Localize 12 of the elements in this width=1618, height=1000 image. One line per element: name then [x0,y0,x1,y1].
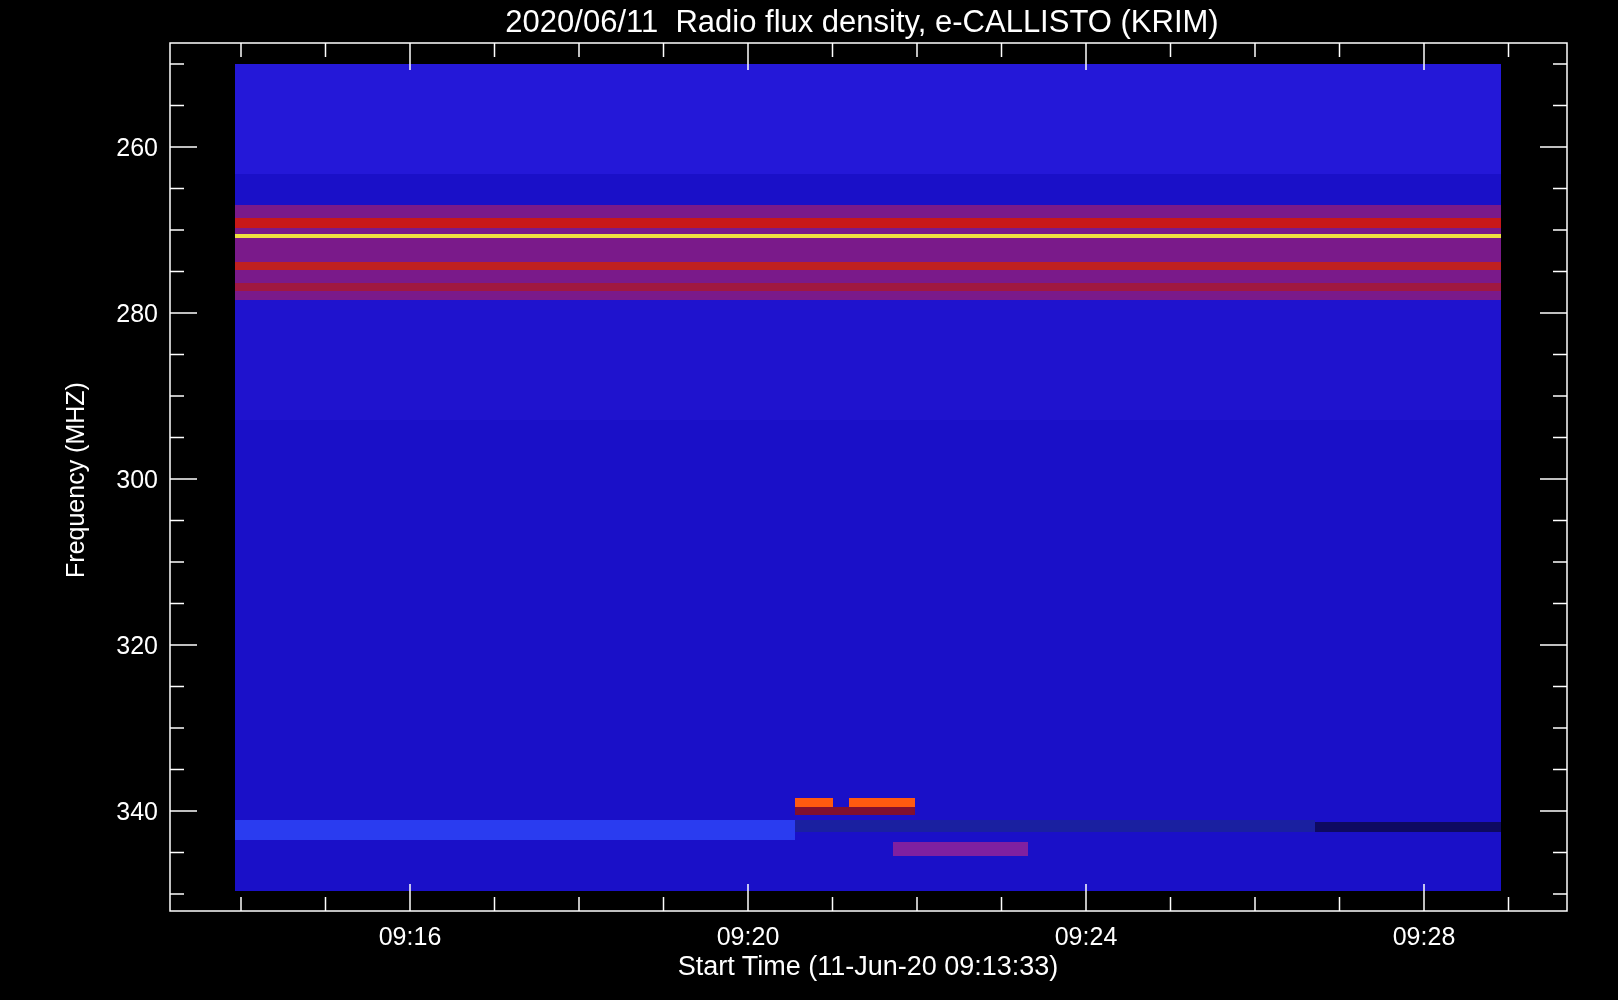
x-tick-label: 09:20 [716,922,780,950]
x-tick-label: 09:16 [378,922,442,950]
y-tick-label: 280 [116,299,158,327]
x-tick-label: 09:28 [1392,922,1456,950]
x-axis-label: Start Time (11-Jun-20 09:13:33) [677,951,1059,981]
y-axis-label: Frequency (MHZ) [61,382,89,578]
y-tick-label: 340 [116,797,158,825]
y-tick-label: 300 [116,465,158,493]
y-tick-label: 260 [116,133,158,161]
chart-title: 2020/06/11 Radio flux density, e-CALLISTO (KRIM) [505,4,1219,39]
y-tick-label: 320 [116,631,158,659]
x-tick-label: 09:24 [1054,922,1118,950]
